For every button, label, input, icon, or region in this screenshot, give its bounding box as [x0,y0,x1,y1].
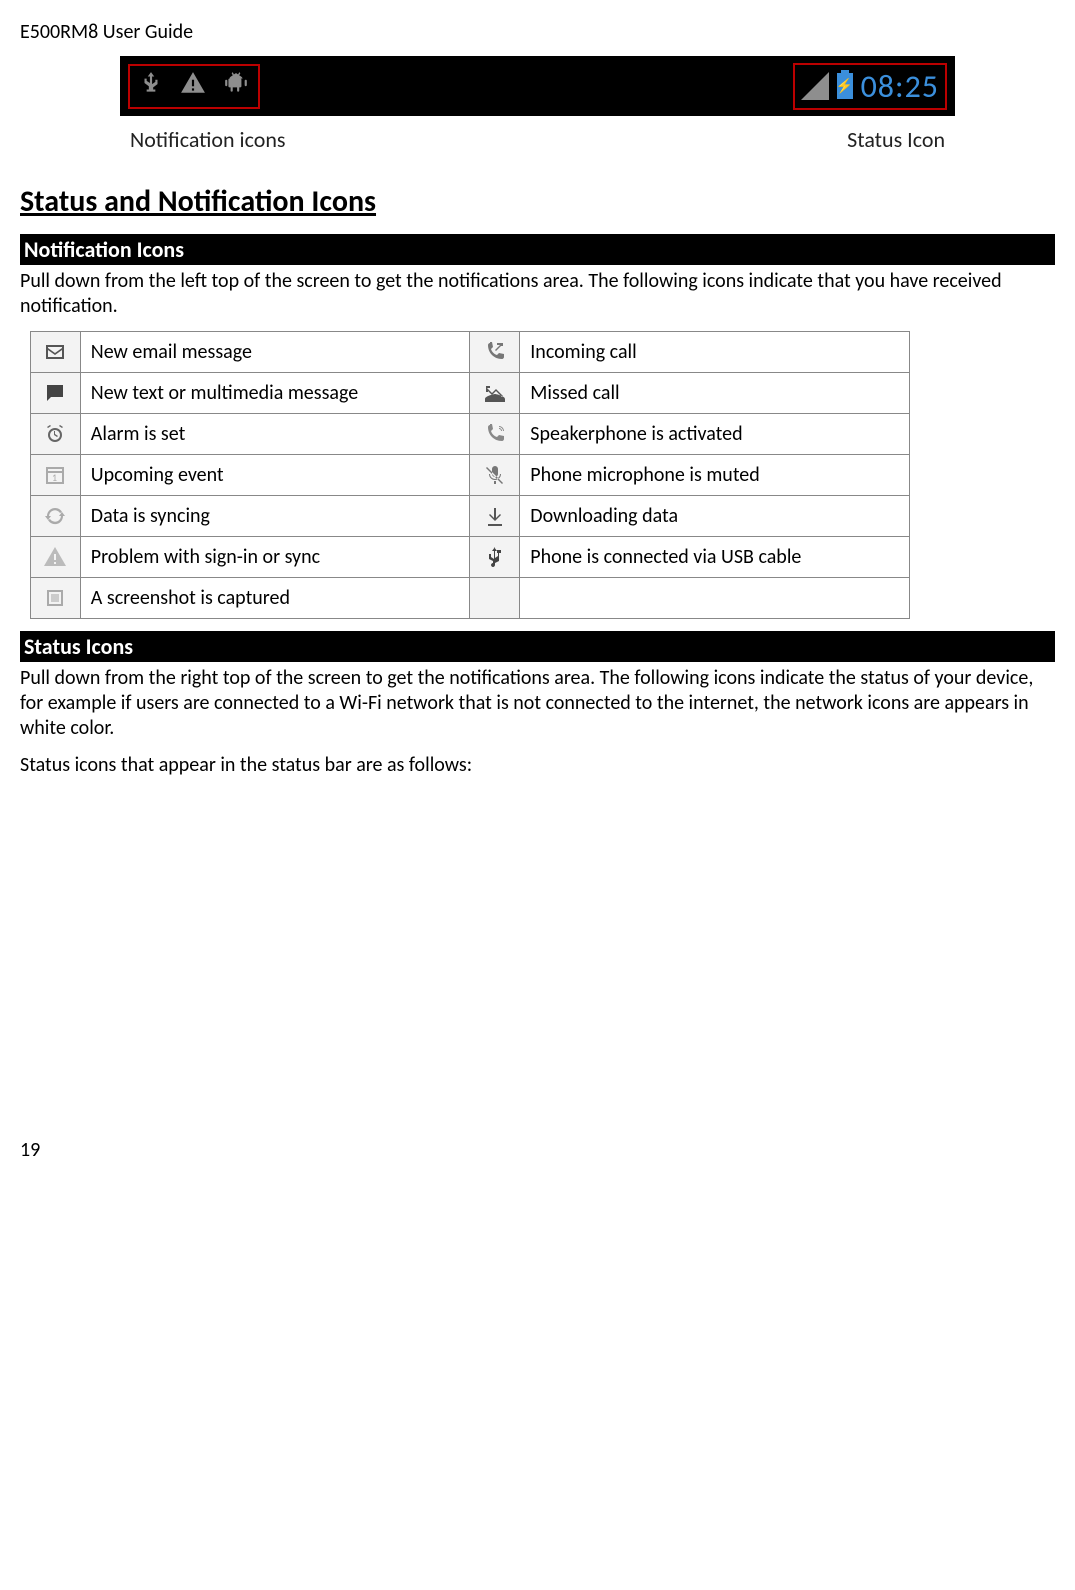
table-cell: Alarm is set [80,414,470,455]
section-title: Status and Notification Icons [20,183,1055,220]
empty-cell [520,578,910,619]
email-icon [31,332,81,373]
statusbar-figure: ⚡ 08:25 Notification icons Status Icon [20,56,1055,153]
table-row: Problem with sign-in or sync Phone is co… [31,537,910,578]
battery-icon: ⚡ [837,73,853,99]
table-cell: Phone microphone is muted [520,455,910,496]
download-icon [470,496,520,537]
table-cell: New email message [80,332,470,373]
caption-status-icon: Status Icon [847,126,945,153]
table-cell: Downloading data [520,496,910,537]
clock-text: 08:25 [861,67,939,106]
incoming-call-icon [470,332,520,373]
status-icons-note: Status icons that appear in the status b… [20,753,1055,778]
table-cell: Missed call [520,373,910,414]
table-row: Data is syncing Downloading data [31,496,910,537]
table-row: Alarm is set Speakerphone is activated [31,414,910,455]
alarm-icon [31,414,81,455]
notification-icons-table: New email message Incoming call New text… [30,331,910,619]
table-cell: Problem with sign-in or sync [80,537,470,578]
mic-muted-icon [470,455,520,496]
svg-text:1: 1 [52,471,57,484]
statusbar-mock: ⚡ 08:25 [120,56,955,116]
figure-captions: Notification icons Status Icon [120,116,955,153]
usb-connected-icon [470,537,520,578]
android-icon [222,70,250,103]
table-cell: A screenshot is captured [80,578,470,619]
status-icons-intro: Pull down from the right top of the scre… [20,666,1055,741]
speakerphone-icon [470,414,520,455]
missed-call-icon [470,373,520,414]
usb-icon [138,70,164,103]
table-row: 1 Upcoming event Phone microphone is mut… [31,455,910,496]
sync-problem-icon [31,537,81,578]
notification-icons-group [128,64,260,109]
caption-notification-icons: Notification icons [130,126,285,153]
sync-icon [31,496,81,537]
notification-icons-heading: Notification Icons [20,234,1055,265]
table-row: A screenshot is captured [31,578,910,619]
table-cell: New text or multimedia message [80,373,470,414]
page-number: 19 [20,1138,1055,1162]
signal-icon [801,72,829,100]
status-icons-group: ⚡ 08:25 [793,63,947,110]
table-cell: Incoming call [520,332,910,373]
notification-icons-intro: Pull down from the left top of the scree… [20,269,1055,319]
page-header-title: E500RM8 User Guide [20,20,1055,44]
table-row: New email message Incoming call [31,332,910,373]
table-cell: Phone is connected via USB cable [520,537,910,578]
table-row: New text or multimedia message Missed ca… [31,373,910,414]
warning-icon [180,70,206,103]
message-icon [31,373,81,414]
event-icon: 1 [31,455,81,496]
screenshot-icon [31,578,81,619]
table-cell: Data is syncing [80,496,470,537]
empty-icon-cell [470,578,520,619]
status-icons-heading: Status Icons [20,631,1055,662]
table-cell: Upcoming event [80,455,470,496]
table-cell: Speakerphone is activated [520,414,910,455]
